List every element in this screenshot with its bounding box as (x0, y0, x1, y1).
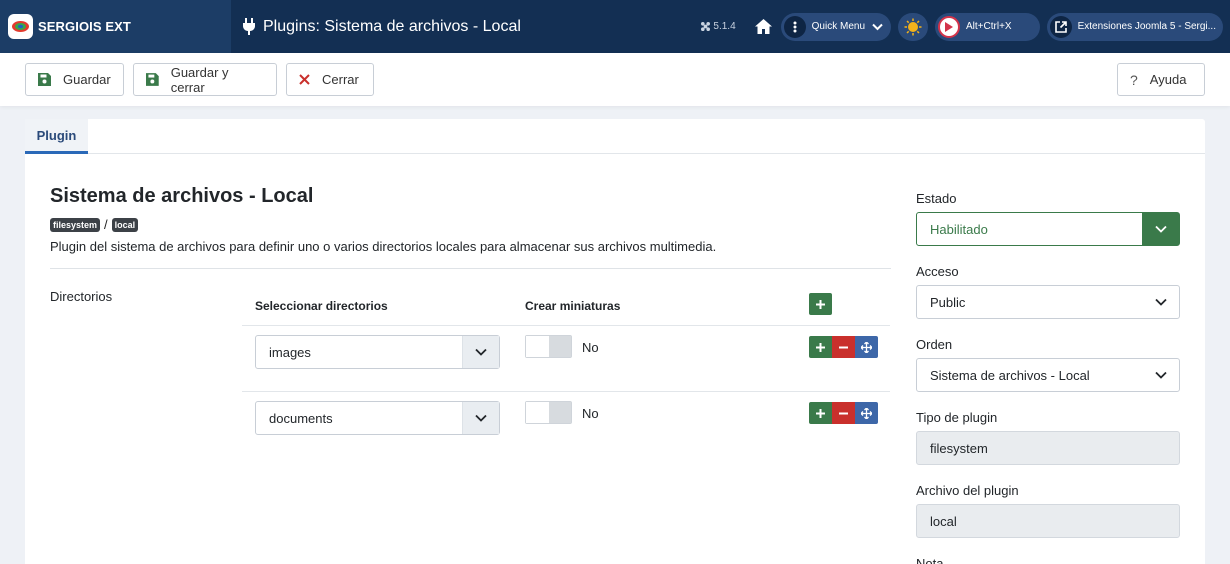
column-header-thumbnails: Crear miniaturas (525, 299, 621, 313)
move-icon[interactable] (855, 336, 878, 358)
floppy-disk-icon (38, 73, 51, 86)
chevron-down-icon (462, 336, 499, 368)
more-vertical-icon (783, 15, 806, 38)
version-label: 5.1.4 (701, 21, 736, 32)
estado-select[interactable]: Habilitado (916, 212, 1180, 246)
chevron-down-icon (462, 402, 499, 434)
group-badge: filesystem (50, 217, 101, 232)
tipo-field: filesystem (916, 431, 1180, 465)
archivo-field: local (916, 504, 1180, 538)
home-icon[interactable] (754, 17, 774, 37)
brand-logo-icon (8, 14, 33, 39)
element-badge: local (111, 217, 139, 232)
directory-select-1[interactable]: images (255, 335, 500, 369)
move-icon[interactable] (855, 402, 878, 424)
thumbnails-value-1: No (582, 340, 599, 355)
minus-icon[interactable] (832, 336, 855, 358)
row-actions-1 (809, 336, 878, 358)
site-link-button[interactable]: Extensiones Joomla 5 - Sergi... (1046, 12, 1223, 41)
plugin-description: Plugin del sistema de archivos para defi… (50, 239, 717, 254)
nota-label: Nota (916, 556, 944, 564)
estado-label: Estado (916, 191, 957, 206)
save-and-close-button[interactable]: Guardar y cerrar (133, 63, 277, 96)
thumbnails-toggle-2[interactable] (525, 401, 572, 424)
play-icon (938, 15, 961, 38)
external-link-icon (1049, 15, 1072, 38)
row-divider (242, 391, 890, 392)
plugin-badges: filesystem / local (50, 217, 139, 232)
directories-label: Directorios (50, 289, 113, 304)
add-row-top-button[interactable] (809, 293, 832, 315)
thumbnails-value-2: No (582, 406, 599, 421)
close-icon (299, 74, 310, 85)
plus-icon (809, 293, 832, 315)
joomla-icon (701, 22, 711, 31)
row-divider (242, 325, 890, 326)
toolbar: Guardar Guardar y cerrar Cerrar ? Ayuda (0, 53, 1230, 106)
brand-name: SERGIOIS EXT (38, 19, 131, 34)
floppy-disk-icon (146, 73, 159, 86)
minus-icon[interactable] (832, 402, 855, 424)
plugin-form: Plugin Sistema de archivos - Local files… (25, 119, 1205, 564)
close-button[interactable]: Cerrar (286, 63, 374, 96)
page-title: Plugins: Sistema de archivos - Local (263, 17, 521, 35)
tab-bar: Plugin (25, 119, 1205, 154)
brand[interactable]: SERGIOIS EXT (0, 0, 231, 53)
plus-icon[interactable] (809, 402, 832, 424)
chevron-down-icon (1142, 359, 1179, 391)
acceso-select[interactable]: Public (916, 285, 1180, 319)
orden-label: Orden (916, 337, 953, 352)
chevron-down-icon (872, 23, 883, 30)
row-actions-2 (809, 402, 878, 424)
archivo-label: Archivo del plugin (916, 483, 1019, 498)
thumbnails-toggle-1[interactable] (525, 335, 572, 358)
chevron-down-icon (1142, 286, 1179, 318)
divider (50, 268, 891, 269)
help-button[interactable]: ? Ayuda (1117, 63, 1205, 96)
shortcut-button[interactable]: Alt+Ctrl+X (935, 12, 1040, 41)
page-heading: Plugins: Sistema de archivos - Local (243, 18, 521, 36)
quick-menu-button[interactable]: Quick Menu (780, 12, 892, 41)
chevron-down-icon (1142, 213, 1179, 245)
directory-select-2[interactable]: documents (255, 401, 500, 435)
plus-icon[interactable] (809, 336, 832, 358)
tab-plugin[interactable]: Plugin (25, 119, 88, 154)
orden-select[interactable]: Sistema de archivos - Local (916, 358, 1180, 392)
plug-icon (243, 18, 255, 35)
question-icon: ? (1130, 71, 1138, 88)
sun-icon[interactable] (898, 12, 929, 41)
header-actions: 5.1.4 Quick Menu Alt+Ctrl+X Extensiones … (701, 0, 1230, 53)
column-header-directory: Seleccionar directorios (255, 299, 388, 313)
tipo-label: Tipo de plugin (916, 410, 998, 425)
badge-separator: / (104, 217, 108, 232)
save-button[interactable]: Guardar (25, 63, 124, 96)
acceso-label: Acceso (916, 264, 959, 279)
top-header: SERGIOIS EXT Plugins: Sistema de archivo… (0, 0, 1230, 53)
plugin-title: Sistema de archivos - Local (50, 185, 314, 207)
